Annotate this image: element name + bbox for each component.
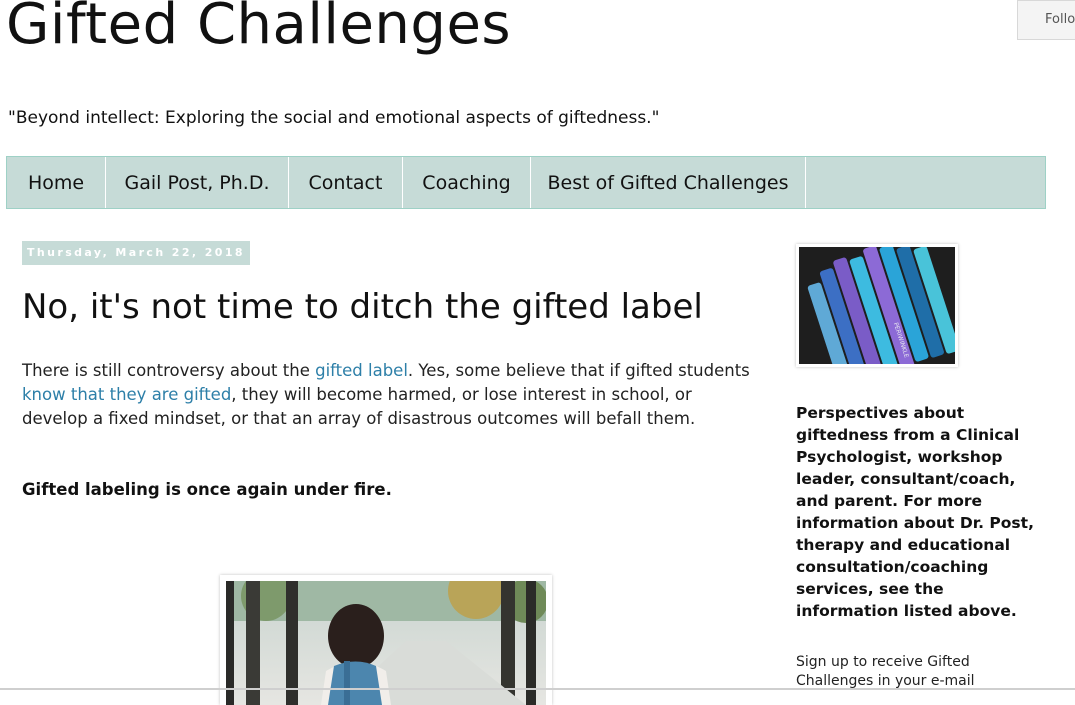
post-text: There is still controversy about the [22, 361, 316, 380]
post-text: . Yes, some believe that if gifted stude… [407, 361, 750, 380]
nav-tab-contact[interactable]: Contact [289, 157, 403, 208]
know-gifted-link[interactable]: know that they are gifted [22, 385, 231, 404]
post-paragraph: There is still controversy about the gif… [22, 359, 762, 431]
sidebar-crayons-image[interactable]: PERIWINKLE [796, 244, 958, 367]
nav-tab-coaching[interactable]: Coaching [403, 157, 531, 208]
site-title[interactable]: Gifted Challenges [6, 0, 511, 57]
nav-tab-best-of[interactable]: Best of Gifted Challenges [531, 157, 806, 208]
student-photo [226, 581, 546, 705]
crayons-photo: PERIWINKLE [799, 247, 955, 364]
follow-button[interactable]: Follow [1017, 0, 1075, 40]
post-title[interactable]: No, it's not time to ditch the gifted la… [22, 287, 703, 327]
email-signup-text: Sign up to receive Gifted Challenges in … [796, 654, 975, 689]
post-image[interactable] [220, 575, 552, 705]
post-date: Thursday, March 22, 2018 [22, 241, 250, 265]
main-nav: Home Gail Post, Ph.D. Contact Coaching B… [6, 156, 1046, 209]
sidebar-description: Perspectives about giftedness from a Cli… [796, 404, 1034, 620]
site-tagline: "Beyond intellect: Exploring the social … [8, 108, 660, 128]
nav-tab-home[interactable]: Home [7, 157, 106, 208]
post-subheading: Gifted labeling is once again under fire… [22, 480, 392, 499]
gifted-label-link[interactable]: gifted label [315, 361, 408, 380]
nav-tab-gail-post[interactable]: Gail Post, Ph.D. [106, 157, 289, 208]
